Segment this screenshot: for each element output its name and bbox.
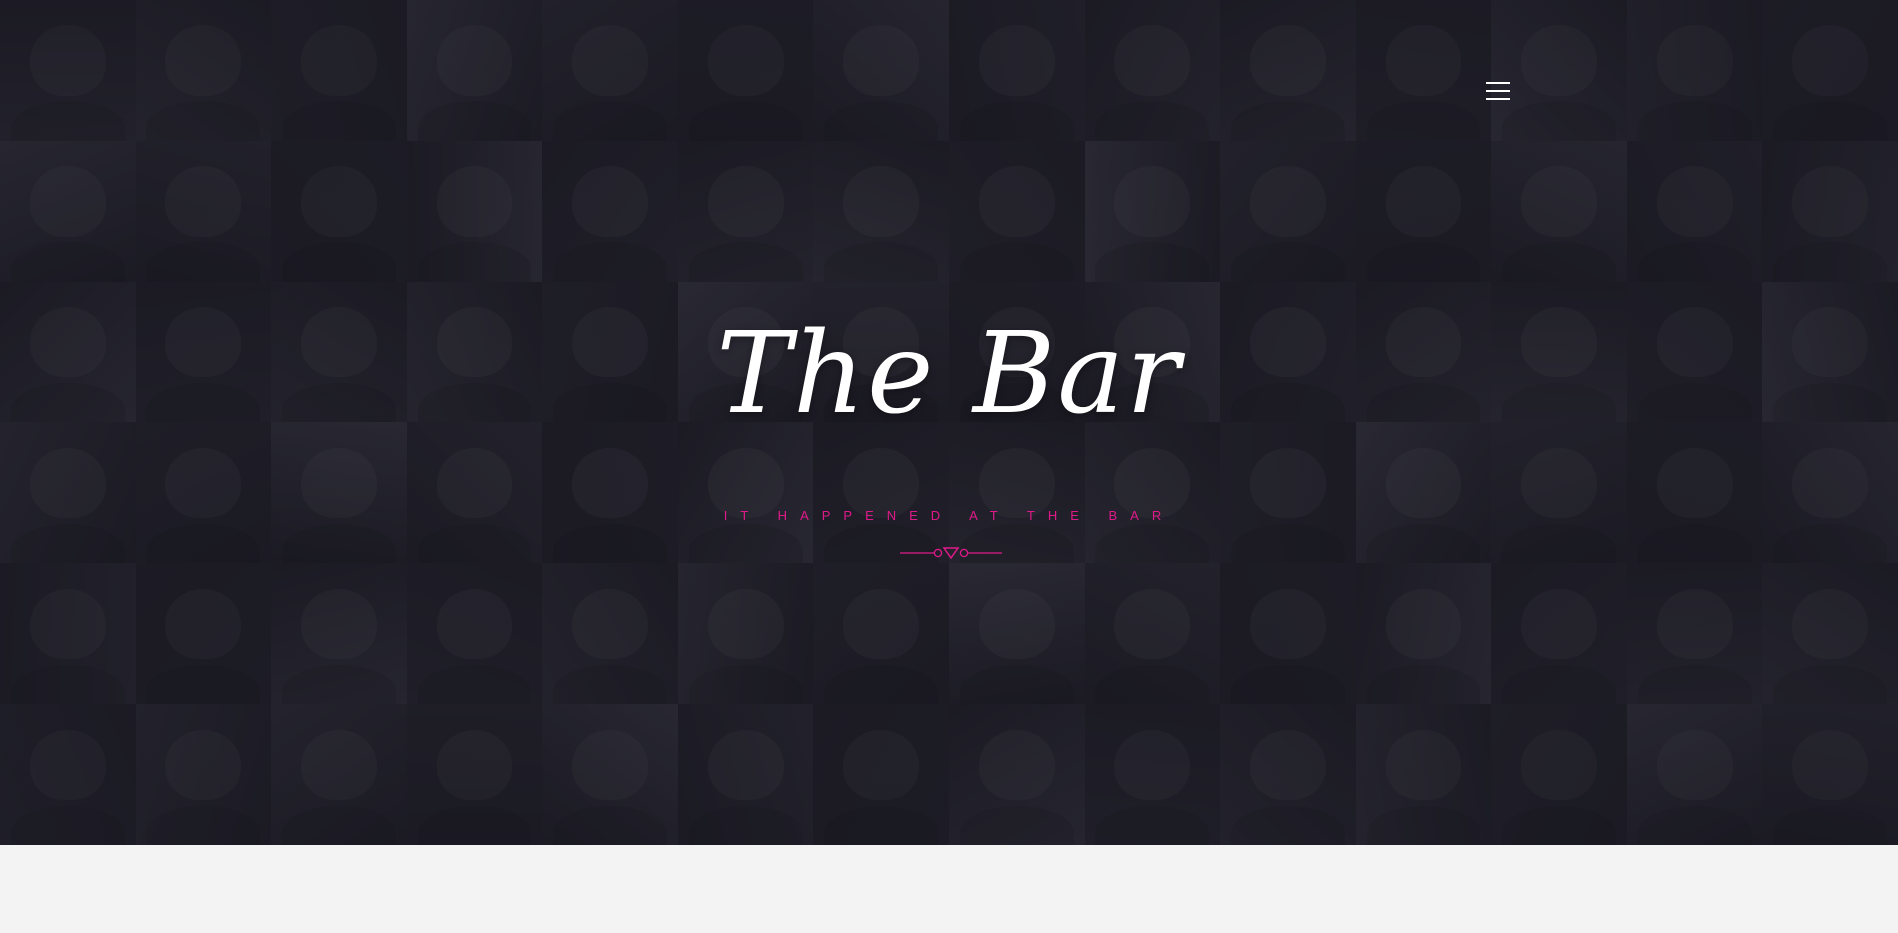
menu-bar-bottom [1486,98,1510,100]
tagline: IT HAPPENED AT THE BAR [723,508,1175,523]
hamburger-menu-icon[interactable] [1486,82,1510,104]
page-title: The Bar [716,309,1182,439]
menu-bar-middle [1486,90,1510,92]
menu-bar-top [1486,82,1510,84]
triangle-ornament-icon [900,547,1002,560]
content-section [0,845,1898,933]
hero-section: The Bar IT HAPPENED AT THE BAR [0,0,1898,845]
